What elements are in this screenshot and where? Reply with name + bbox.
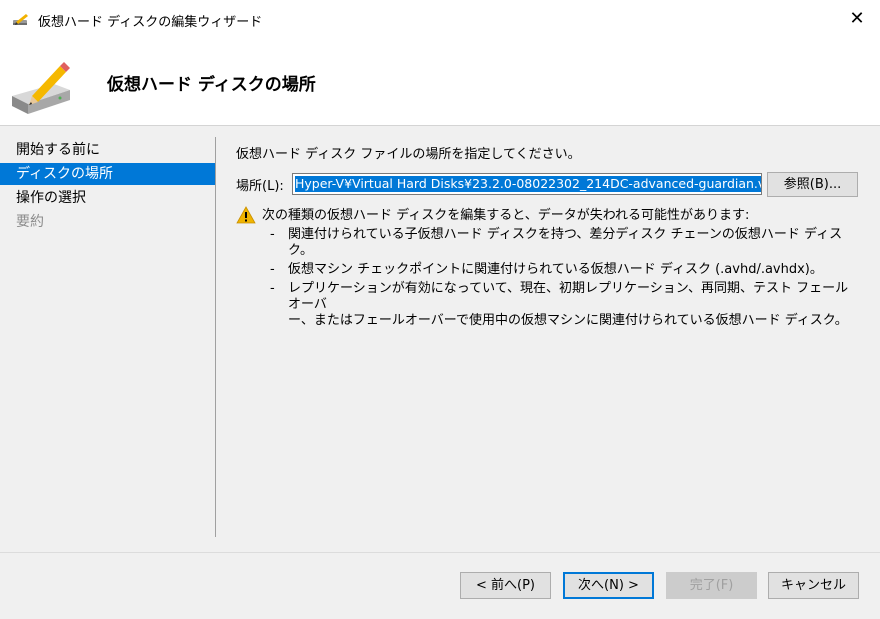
instruction-text: 仮想ハード ディスク ファイルの場所を指定してください。 <box>236 147 581 162</box>
previous-button[interactable]: < 前へ(P) <box>460 572 551 599</box>
bullet-dash: - <box>270 281 275 296</box>
wizard-header: 仮想ハード ディスクの場所 <box>0 40 880 126</box>
close-icon[interactable]: ✕ <box>834 0 880 36</box>
warning-bullet-list: - 関連付けられている子仮想ハード ディスクを持つ、差分ディスク チェーンの仮想… <box>270 227 860 332</box>
bullet-text: 関連付けられている子仮想ハード ディスクを持つ、差分ディスク チェーンの仮想ハー… <box>288 227 843 258</box>
app-icon <box>12 13 30 27</box>
list-item: - 仮想マシン チェックポイントに関連付けられている仮想ハード ディスク (.a… <box>270 262 860 278</box>
window-title: 仮想ハード ディスクの編集ウィザード <box>38 14 263 30</box>
cancel-button[interactable]: キャンセル <box>768 572 859 599</box>
sidebar-item-disk-location[interactable]: ディスクの場所 <box>0 163 215 185</box>
bullet-text: 仮想マシン チェックポイントに関連付けられている仮想ハード ディスク (.avh… <box>288 262 823 277</box>
location-input[interactable]: Hyper-V¥Virtual Hard Disks¥23.2.0-080223… <box>292 173 762 195</box>
list-item: - 関連付けられている子仮想ハード ディスクを持つ、差分ディスク チェーンの仮想… <box>270 227 860 259</box>
wizard-steps-sidebar: 開始する前に ディスクの場所 操作の選択 要約 <box>0 139 215 235</box>
disk-pencil-icon <box>10 60 72 118</box>
bullet-dash: - <box>270 227 275 242</box>
location-input-value: Hyper-V¥Virtual Hard Disks¥23.2.0-080223… <box>295 176 761 192</box>
sidebar-item-summary: 要約 <box>16 214 44 230</box>
bullet-text-line2: ー、またはフェールオーバーで使用中の仮想マシンに関連付けられている仮想ハード デ… <box>288 313 848 328</box>
browse-button[interactable]: 参照(B)... <box>767 172 858 197</box>
sidebar-divider <box>215 137 216 537</box>
bullet-text-line1: レプリケーションが有効になっていて、現在、初期レプリケーション、再同期、テスト … <box>288 281 849 312</box>
next-button[interactable]: 次へ(N) > <box>563 572 654 599</box>
warning-icon <box>236 206 256 224</box>
location-row: 場所(L): Hyper-V¥Virtual Hard Disks¥23.2.0… <box>236 172 858 196</box>
sidebar-item-choose-action[interactable]: 操作の選択 <box>0 187 215 209</box>
warning-text: 次の種類の仮想ハード ディスクを編集すると、データが失われる可能性があります: <box>262 208 750 223</box>
location-label: 場所(L): <box>236 178 284 194</box>
sidebar-item-before-you-begin[interactable]: 開始する前に <box>0 139 215 161</box>
list-item: - レプリケーションが有効になっていて、現在、初期レプリケーション、再同期、テス… <box>270 281 860 329</box>
bullet-dash: - <box>270 262 275 277</box>
title-bar: 仮想ハード ディスクの編集ウィザード ✕ <box>0 0 880 40</box>
main-content: 仮想ハード ディスク ファイルの場所を指定してください。 <box>236 143 866 162</box>
finish-button: 完了(F) <box>666 572 757 599</box>
page-heading: 仮想ハード ディスクの場所 <box>107 75 316 95</box>
footer-divider <box>0 552 880 553</box>
